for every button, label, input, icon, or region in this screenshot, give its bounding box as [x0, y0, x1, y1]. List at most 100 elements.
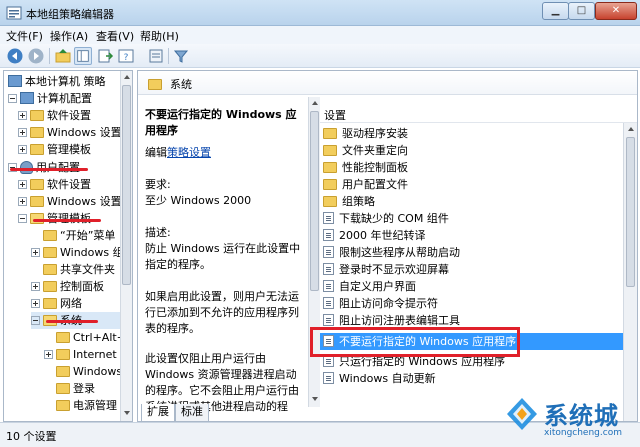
scroll-thumb[interactable] — [626, 137, 635, 287]
up-folder-icon[interactable] — [54, 47, 72, 65]
minimize-button[interactable]: ▁ — [542, 2, 569, 20]
description-label: 描述: — [145, 226, 171, 239]
tree-item-power-management[interactable]: 电源管理 — [44, 397, 117, 414]
close-button[interactable]: ✕ — [595, 2, 637, 20]
tree-item-software-settings[interactable]: 软件设置 — [18, 107, 91, 124]
list-item[interactable]: 用户配置文件 — [320, 176, 623, 193]
scroll-up-icon[interactable] — [124, 75, 130, 79]
expand-icon[interactable] — [18, 127, 27, 137]
forward-icon[interactable] — [27, 47, 45, 65]
list-item[interactable]: 登录时不显示欢迎屏幕 — [320, 261, 623, 278]
scroll-up-icon[interactable] — [628, 127, 634, 131]
menu-view[interactable]: 查看(V) — [96, 28, 134, 44]
annotation-underline — [10, 168, 88, 171]
tab-extended[interactable]: 扩展 — [141, 404, 175, 422]
tree-item-windows-components[interactable]: Windows 组件 — [31, 244, 132, 261]
list-item[interactable]: 性能控制面板 — [320, 159, 623, 176]
tree-item-admin-templates[interactable]: 管理模板 — [18, 141, 91, 158]
status-text: 10 个设置 — [6, 430, 57, 443]
list-item[interactable]: 2000 年世纪转译 — [320, 227, 623, 244]
list-item[interactable]: 组策略 — [320, 193, 623, 210]
tree-item-logon[interactable]: 登录 — [44, 380, 95, 397]
watermark: 系统城 xitongcheng.com — [500, 392, 640, 447]
scroll-down-icon[interactable] — [312, 397, 318, 401]
export-list-icon[interactable] — [96, 47, 114, 65]
toolbar-separator — [49, 48, 50, 64]
description-paragraph: 如果启用此设置，则用户无法运行已添加到不允许的应用程序列表的程序。 — [145, 290, 299, 335]
list-item[interactable]: 限制这些程序从帮助启动 — [320, 244, 623, 261]
tab-standard[interactable]: 标准 — [175, 404, 209, 422]
settings-list: 设置 驱动程序安装 文件夹重定向 性能控制面板 用户配置文件 组策略 下载缺少的… — [320, 97, 637, 421]
folder-icon — [56, 331, 70, 343]
toolbar-separator — [168, 48, 169, 64]
watermark-logo-icon — [507, 398, 537, 430]
scroll-down-icon[interactable] — [124, 411, 130, 415]
expand-icon[interactable] — [18, 196, 27, 206]
scroll-thumb[interactable] — [310, 111, 319, 291]
tree-item-root[interactable]: 本地计算机 策略 — [8, 73, 106, 90]
list-scrollbar[interactable] — [623, 123, 637, 421]
policy-settings-link[interactable]: 策略设置 — [167, 146, 211, 159]
tree-item-start-menu[interactable]: “开始”菜单 — [31, 227, 115, 244]
pane-header: 系统 — [138, 71, 637, 95]
user-icon — [20, 160, 33, 174]
app-icon — [6, 6, 22, 20]
help-icon[interactable]: ? — [117, 47, 135, 65]
policy-setting-icon — [323, 372, 334, 384]
tree-item-control-panel[interactable]: 控制面板 — [31, 278, 104, 295]
scroll-up-icon[interactable] — [312, 101, 318, 105]
expand-icon[interactable] — [44, 349, 53, 359]
watermark-url: xitongcheng.com — [544, 428, 622, 438]
collapse-icon[interactable] — [18, 213, 27, 223]
policy-setting-icon — [323, 246, 334, 258]
folder-icon — [43, 246, 57, 258]
policy-setting-icon — [323, 229, 334, 241]
tree-item-shared-folders[interactable]: 共享文件夹 — [31, 261, 115, 278]
description-scrollbar[interactable] — [308, 97, 320, 407]
expand-icon[interactable] — [31, 247, 40, 257]
expand-icon[interactable] — [18, 110, 27, 120]
expand-icon[interactable] — [31, 298, 40, 308]
folder-icon — [43, 263, 57, 275]
folder-icon — [30, 195, 44, 207]
tree-item-windows[interactable]: Windows — [44, 363, 122, 380]
filter-icon[interactable] — [172, 47, 190, 65]
show-tree-icon[interactable] — [74, 47, 92, 65]
list-item[interactable]: 驱动程序安装 — [320, 125, 623, 142]
scroll-thumb[interactable] — [122, 85, 131, 285]
collapse-icon[interactable] — [31, 315, 40, 325]
menu-file[interactable]: 文件(F) — [6, 28, 43, 44]
maximize-button[interactable]: □ — [568, 2, 595, 20]
tree-item-computer-config[interactable]: 计算机配置 — [8, 90, 92, 107]
tree-item-user-windows-settings[interactable]: Windows 设置 — [18, 193, 122, 210]
back-icon[interactable] — [6, 47, 24, 65]
folder-icon — [30, 178, 44, 190]
folder-icon — [43, 297, 57, 309]
list-item[interactable]: 阻止访问命令提示符 — [320, 295, 623, 312]
folder-icon — [43, 229, 57, 241]
requirement-value: 至少 Windows 2000 — [145, 194, 252, 207]
expand-icon[interactable] — [18, 179, 27, 189]
folder-icon — [56, 399, 70, 411]
tree-scrollbar[interactable] — [120, 71, 132, 421]
tree-item-network[interactable]: 网络 — [31, 295, 82, 312]
menu-action[interactable]: 操作(A) — [50, 28, 88, 44]
list-item[interactable]: 自定义用户界面 — [320, 278, 623, 295]
properties-icon[interactable] — [147, 47, 165, 65]
expand-icon[interactable] — [31, 281, 40, 291]
list-item[interactable]: 文件夹重定向 — [320, 142, 623, 159]
list-item[interactable]: 下载缺少的 COM 组件 — [320, 210, 623, 227]
collapse-icon[interactable] — [8, 93, 17, 103]
tree-item-user-software-settings[interactable]: 软件设置 — [18, 176, 91, 193]
tree-item-windows-settings[interactable]: Windows 设置 — [18, 124, 122, 141]
expand-icon[interactable] — [18, 144, 27, 154]
menu-help[interactable]: 帮助(H) — [140, 28, 179, 44]
folder-icon — [323, 195, 337, 207]
tree-item-internet[interactable]: Internet — [44, 346, 117, 363]
column-header-setting[interactable]: 设置 — [320, 105, 637, 123]
list-item[interactable]: Windows 自动更新 — [320, 370, 623, 387]
pane-title: 系统 — [170, 78, 192, 91]
computer-policy-icon — [8, 75, 22, 87]
folder-icon — [30, 143, 44, 155]
folder-icon — [56, 348, 70, 360]
